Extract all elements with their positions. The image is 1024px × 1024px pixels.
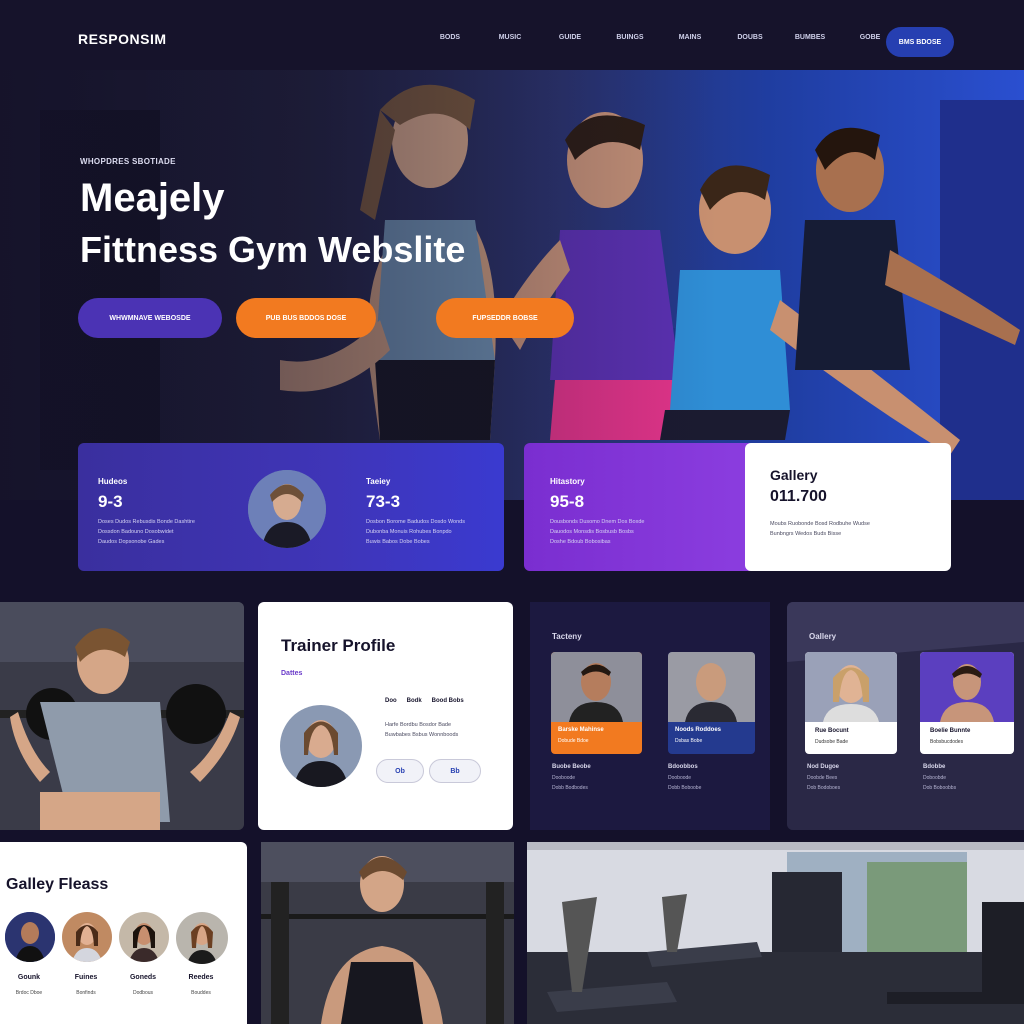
hero-eyebrow: WHOPDRES SBOTIADE bbox=[80, 157, 176, 166]
gallery-row-2-b: Doboobde bbox=[923, 775, 947, 781]
member-meta-3: Dodbous bbox=[132, 990, 153, 996]
barbell-woman-image bbox=[0, 602, 244, 830]
gallery-card-desc: Moubs Ruobonde Bosd Rodbuhe Wudse Bunbng… bbox=[770, 521, 870, 537]
trainer-portrait-image bbox=[261, 842, 514, 1024]
trainer-avatar bbox=[280, 705, 362, 787]
team-section: Tacteny Barske Mahinse Dobude Bdoe Noods… bbox=[530, 602, 770, 830]
gallery-stat-card[interactable]: Gallery 011.700 Moubs Ruobonde Bosd Rodb… bbox=[745, 443, 951, 571]
gallery-section: Oallery Rue Bocunt Dudsobe Bade Boelie B… bbox=[787, 602, 1024, 830]
member-name-3: Goneds bbox=[129, 974, 157, 981]
hero-title-line2: Fittness Gym Webslite bbox=[80, 229, 466, 270]
stat-value-3: 95-8 bbox=[550, 492, 585, 511]
gallery-card-2-name: Boelie Bunnte bbox=[930, 728, 971, 734]
hero-secondary-button[interactable]: PUB BUS BDDOS DOSE bbox=[236, 298, 376, 338]
member-avatar-2[interactable] bbox=[62, 912, 112, 962]
team-card-2-role: Dsbas Bobe bbox=[675, 738, 703, 744]
hero-primary-button[interactable]: WHWMNAVE WEBOSDE bbox=[78, 298, 222, 338]
nav-link-2[interactable]: MUSIC bbox=[480, 34, 540, 41]
trainer-subtitle: Dattes bbox=[281, 670, 303, 677]
nav-link-1[interactable]: BODS bbox=[420, 34, 480, 41]
member-name-2: Fuines bbox=[74, 974, 98, 981]
stat-desc-1: Doses Dudos Rebusdis Bonde Dashtire Doss… bbox=[98, 519, 195, 545]
team-row-1-b: Dooboode bbox=[552, 775, 576, 781]
stat-label-1: Hudeos bbox=[98, 477, 128, 486]
trainer-meta-2: Bodk bbox=[406, 698, 422, 704]
hero-banner bbox=[0, 70, 1024, 500]
team-row-2-c: Dobb Boboobe bbox=[668, 785, 702, 791]
stat-label-3: Hitastory bbox=[550, 477, 585, 486]
gallery-row-1-a: Nod Dugoe bbox=[807, 764, 839, 770]
member-avatar-1[interactable] bbox=[5, 912, 55, 962]
trainer-chip-2[interactable]: Bb bbox=[429, 759, 481, 783]
gallery-card-2-role: Bobsbucdodes bbox=[930, 739, 964, 745]
gallery-card-2[interactable]: Boelie Bunnte Bobsbucdodes bbox=[920, 652, 1014, 754]
team-title: Tacteny bbox=[552, 632, 582, 641]
trainer-profile-card[interactable]: Trainer Profile Dattes Doo Bodk Bood Bob… bbox=[258, 602, 513, 830]
gallery-row-2-a: Bdobbe bbox=[923, 764, 946, 770]
member-meta-2: Bonfinds bbox=[76, 990, 96, 996]
gallery-fleass-title: Galley Fleass bbox=[6, 876, 109, 893]
nav-link-3[interactable]: GUIDE bbox=[540, 34, 600, 41]
gallery-card-1[interactable]: Rue Bocunt Dudsobe Bade bbox=[805, 652, 897, 754]
nav-link-4[interactable]: BUINGS bbox=[600, 34, 660, 41]
nav-links: BODS MUSIC GUIDE BUINGS MAINS DOUBS BUMB… bbox=[420, 34, 900, 41]
team-row-1-a: Buobe Beobe bbox=[552, 764, 591, 770]
nav-cta-button[interactable]: BMS BDOSE bbox=[886, 27, 954, 57]
trainer-meta-1: Doo bbox=[385, 698, 397, 704]
trainer-desc: Harfe Bordbu Bosdor Bade Buwbabes Bsbus … bbox=[385, 722, 459, 738]
nav-link-5[interactable]: MAINS bbox=[660, 34, 720, 41]
trainer-meta-3: Bood Bobs bbox=[431, 698, 464, 704]
team-card-1-name: Barske Mahinse bbox=[558, 727, 604, 733]
team-row-2-a: Bdoobbos bbox=[668, 764, 698, 770]
team-card-1[interactable]: Barske Mahinse Dobude Bdoe bbox=[551, 652, 642, 754]
trainer-chip-1[interactable]: Ob bbox=[376, 759, 424, 783]
page: RESPONSIM BODS MUSIC GUIDE BUINGS MAINS … bbox=[0, 0, 1024, 1024]
gallery-card-title: Gallery bbox=[770, 467, 818, 483]
member-meta-4: Bouddes bbox=[191, 990, 211, 996]
gallery-card-1-role: Dudsobe Bade bbox=[815, 739, 849, 745]
team-row-1-c: Dobb Bodbodes bbox=[552, 785, 588, 791]
site-logo[interactable]: RESPONSIM bbox=[78, 31, 167, 47]
hero-title-line1: Meajely bbox=[80, 176, 225, 220]
gallery-row-1-c: Dob Bodoboes bbox=[807, 785, 841, 791]
hero-overlay bbox=[0, 70, 1024, 500]
stat-label-2: Taeiey bbox=[366, 477, 391, 486]
member-meta-1: Brdoc Dboe bbox=[15, 990, 43, 996]
hero-tertiary-button[interactable]: FUPSEDDR BOBSE bbox=[436, 298, 574, 338]
team-card-2[interactable]: Noods Roddoes Dsbas Bobe bbox=[668, 652, 755, 754]
team-row-2-b: Dooboode bbox=[668, 775, 692, 781]
stats-panel-2: Hitastory 95-8 Dousbonds Dusomo Dnem Dos… bbox=[524, 443, 764, 571]
member-name-4: Reedes bbox=[188, 974, 214, 981]
gallery-row-2-c: Dob Boboobbs bbox=[923, 785, 957, 791]
stat-desc-2: Dosbon Borome Badudos Dosdo Wonds Dubonb… bbox=[366, 519, 465, 545]
gym-floor-image bbox=[527, 842, 1024, 1024]
gallery-section-title: Oallery bbox=[809, 632, 837, 641]
nav-link-6[interactable]: DOUBS bbox=[720, 34, 780, 41]
member-name-1: Gounk bbox=[17, 974, 41, 981]
stat-value-2: 73-3 bbox=[366, 492, 401, 511]
gallery-row-1-b: Doobde Bees bbox=[807, 775, 838, 781]
stats-panel: Hudeos 9-3 Doses Dudos Rebusdis Bonde Da… bbox=[78, 443, 504, 571]
gallery-card-1-name: Rue Bocunt bbox=[815, 728, 849, 734]
member-avatar-4[interactable] bbox=[176, 912, 228, 964]
gallery-card-value: 011.700 bbox=[770, 488, 827, 505]
stat-desc-3: Dousbonds Dusomo Dnem Dos Boxde Dauodos … bbox=[550, 519, 645, 545]
team-card-2-name: Noods Roddoes bbox=[675, 727, 721, 733]
member-avatar-3[interactable] bbox=[119, 912, 169, 962]
trainer-title: Trainer Profile bbox=[281, 636, 396, 655]
team-card-1-role: Dobude Bdoe bbox=[558, 738, 589, 744]
top-nav: RESPONSIM BODS MUSIC GUIDE BUINGS MAINS … bbox=[0, 0, 1024, 70]
nav-link-7[interactable]: BUMBES bbox=[780, 34, 840, 41]
member-avatar bbox=[248, 470, 326, 548]
stat-value-1: 9-3 bbox=[98, 492, 123, 511]
